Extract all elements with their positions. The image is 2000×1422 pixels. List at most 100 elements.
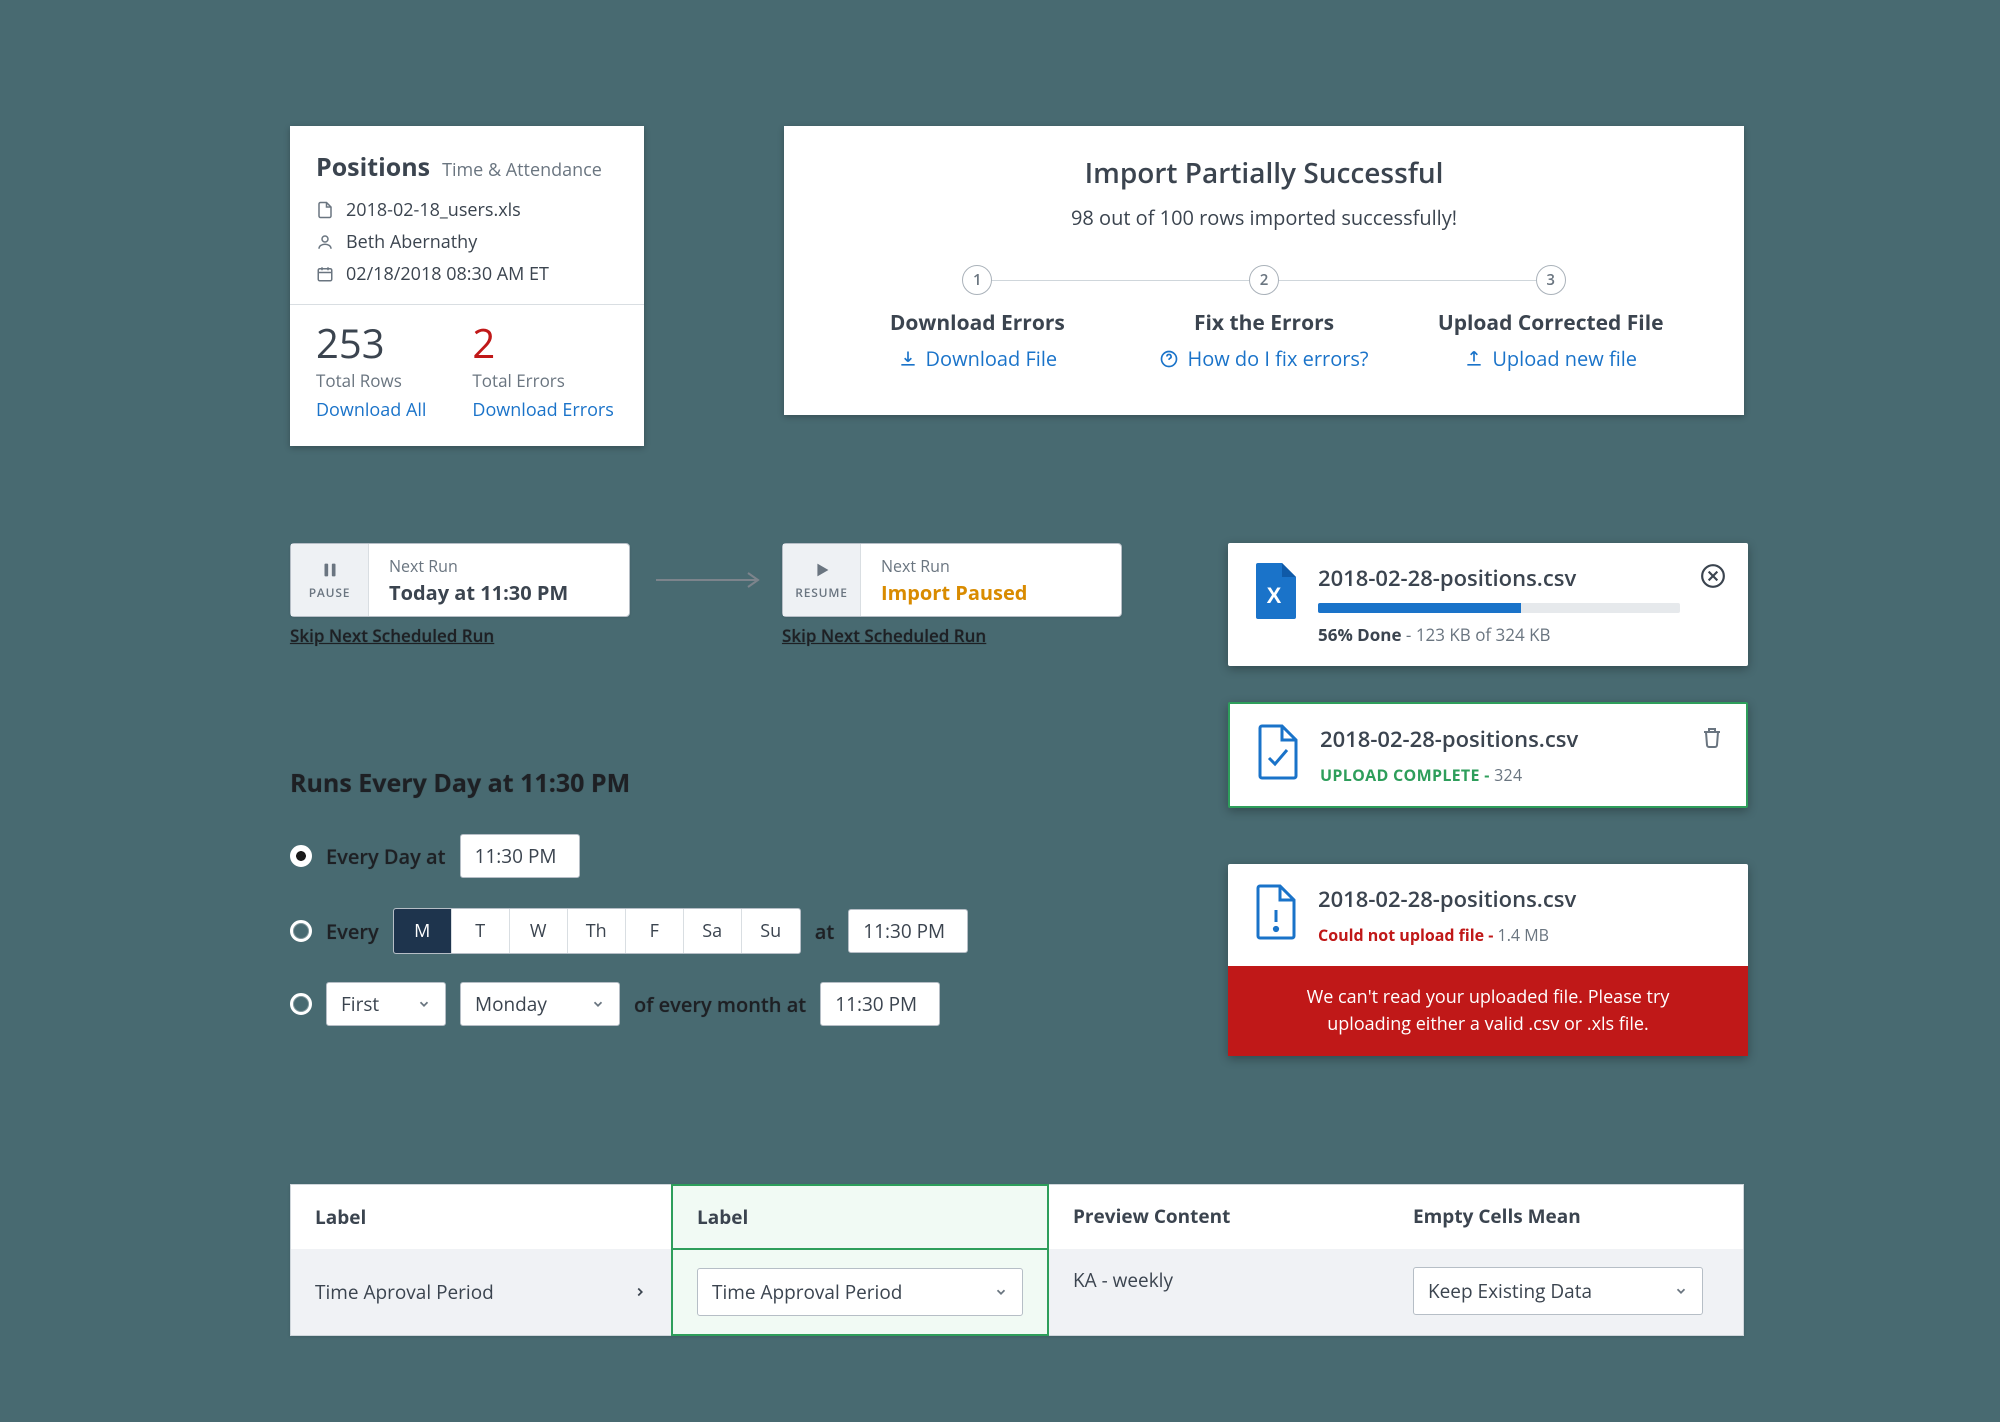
upload-filename: 2018-02-28-positions.csv: [1318, 563, 1680, 593]
day-f[interactable]: F: [626, 909, 684, 953]
import-paused-status: Import Paused: [881, 579, 1101, 606]
pause-icon: [319, 559, 341, 581]
upload-filename: 2018-02-28-positions.csv: [1320, 724, 1680, 754]
skip-next-run-link-2[interactable]: Skip Next Scheduled Run: [782, 624, 986, 647]
day-sa[interactable]: Sa: [684, 909, 742, 953]
how-fix-errors-link[interactable]: How do I fix errors?: [1159, 345, 1368, 372]
download-errors-link[interactable]: Download Errors: [472, 398, 613, 422]
upload-progress-bar: [1318, 603, 1680, 613]
every-week-time-input[interactable]: 11:30 PM: [848, 909, 968, 953]
help-icon: [1159, 349, 1179, 369]
step-download-errors: 1 Download Errors Download File: [834, 265, 1121, 375]
step-number: 2: [1249, 265, 1279, 295]
download-file-link[interactable]: Download File: [898, 345, 1058, 372]
positions-user: Beth Abernathy: [346, 230, 477, 254]
positions-card: Positions Time & Attendance 2018-02-18_u…: [290, 126, 644, 446]
chevron-down-icon: [591, 997, 605, 1011]
download-icon: [898, 349, 918, 369]
day-m[interactable]: M: [394, 909, 452, 953]
chevron-right-icon: [633, 1285, 647, 1299]
step-label: Fix the Errors: [1121, 309, 1408, 337]
total-errors-value: 2: [472, 323, 613, 363]
step-number: 3: [1536, 265, 1566, 295]
upload-progress-status: 56% Done - 123 KB of 324 KB: [1318, 623, 1680, 646]
next-run-pause-box: PAUSE Next Run Today at 11:30 PM: [290, 543, 630, 617]
cancel-upload-button[interactable]: [1700, 563, 1726, 589]
chevron-down-icon: [994, 1285, 1008, 1299]
every-day-label: Every Day at: [326, 843, 446, 870]
monthly-label: of every month at: [634, 991, 806, 1018]
total-rows-label: Total Rows: [316, 369, 426, 392]
upload-error-banner: We can't read your uploaded file. Please…: [1228, 966, 1748, 1056]
next-run-label: Next Run: [881, 555, 1101, 577]
upload-error-status: Could not upload file - 1.4 MB: [1318, 924, 1726, 946]
empty-cells-select[interactable]: Keep Existing Data: [1413, 1267, 1703, 1315]
every-week-at-label: at: [815, 918, 835, 945]
radio-monthly[interactable]: [290, 993, 312, 1015]
divider: [290, 304, 644, 305]
step-label: Download Errors: [834, 309, 1121, 337]
positions-subtitle: Time & Attendance: [442, 158, 602, 182]
skip-next-run-link-1[interactable]: Skip Next Scheduled Run: [290, 624, 494, 647]
next-run-resume-box: RESUME Next Run Import Paused: [782, 543, 1122, 617]
step-fix-errors: 2 Fix the Errors How do I fix errors?: [1121, 265, 1408, 375]
schedule-heading: Runs Every Day at 11:30 PM: [290, 766, 630, 800]
next-run-time: Today at 11:30 PM: [389, 579, 609, 606]
upload-error-card: 2018-02-28-positions.csv Could not uploa…: [1228, 864, 1748, 1056]
mapping-header-row: Label Label Preview Content Empty Cells …: [291, 1185, 1743, 1249]
mapping-table: Label Label Preview Content Empty Cells …: [290, 1184, 1744, 1336]
delete-upload-button[interactable]: [1700, 724, 1724, 750]
play-icon: [811, 559, 833, 581]
total-rows-value: 253: [316, 323, 426, 363]
calendar-icon: [316, 265, 334, 283]
upload-progress-fill: [1318, 603, 1521, 613]
upload-complete-card: 2018-02-28-positions.csv UPLOAD COMPLETE…: [1228, 702, 1748, 808]
import-result-card: Import Partially Successful 98 out of 10…: [784, 126, 1744, 415]
upload-new-file-link[interactable]: Upload new file: [1464, 345, 1637, 372]
monthly-time-input[interactable]: 11:30 PM: [820, 982, 940, 1026]
radio-every-week[interactable]: [290, 920, 312, 942]
import-subtext: 98 out of 100 rows imported successfully…: [834, 204, 1694, 231]
weekday-toggle: M T W Th F Sa Su: [393, 908, 801, 954]
preview-content-cell: KA - weekly: [1049, 1249, 1389, 1335]
every-week-label: Every: [326, 918, 379, 945]
svg-text:X: X: [1267, 583, 1282, 608]
upload-icon: [1464, 349, 1484, 369]
step-label: Upload Corrected File: [1407, 309, 1694, 337]
pause-button[interactable]: PAUSE: [291, 544, 369, 616]
header-empty: Empty Cells Mean: [1389, 1185, 1743, 1249]
weekday-select[interactable]: Monday: [460, 982, 620, 1026]
day-w[interactable]: W: [510, 909, 568, 953]
header-preview: Preview Content: [1049, 1185, 1389, 1249]
chevron-down-icon: [1674, 1284, 1688, 1298]
day-t[interactable]: T: [452, 909, 510, 953]
ordinal-select[interactable]: First: [326, 982, 446, 1026]
header-label-1: Label: [291, 1185, 671, 1249]
source-label-cell[interactable]: Time Aproval Period: [291, 1249, 671, 1335]
file-alert-icon: [1250, 884, 1298, 940]
day-su[interactable]: Su: [742, 909, 800, 953]
radio-every-day[interactable]: [290, 845, 312, 867]
day-th[interactable]: Th: [568, 909, 626, 953]
user-icon: [316, 233, 334, 251]
upload-complete-status: UPLOAD COMPLETE - 324: [1320, 764, 1680, 786]
positions-title: Positions: [316, 150, 430, 184]
excel-file-icon: X: [1250, 563, 1298, 619]
import-title: Import Partially Successful: [834, 154, 1694, 192]
resume-button[interactable]: RESUME: [783, 544, 861, 616]
download-all-link[interactable]: Download All: [316, 398, 426, 422]
upload-filename: 2018-02-28-positions.csv: [1318, 884, 1726, 914]
every-day-time-input[interactable]: 11:30 PM: [460, 834, 580, 878]
step-number: 1: [962, 265, 992, 295]
arrow-icon: [656, 570, 766, 590]
chevron-down-icon: [417, 997, 431, 1011]
total-rows-stat: 253 Total Rows Download All: [316, 323, 426, 422]
mapping-body-row: Time Aproval Period Time Approval Period…: [291, 1249, 1743, 1335]
mapped-field-select[interactable]: Time Approval Period: [697, 1268, 1023, 1316]
file-check-icon: [1252, 724, 1300, 780]
positions-datetime: 02/18/2018 08:30 AM ET: [346, 262, 549, 286]
file-icon: [316, 201, 334, 219]
total-errors-stat: 2 Total Errors Download Errors: [472, 323, 613, 422]
total-errors-label: Total Errors: [472, 369, 613, 392]
upload-progress-card: X 2018-02-28-positions.csv 56% Done - 12…: [1228, 543, 1748, 666]
